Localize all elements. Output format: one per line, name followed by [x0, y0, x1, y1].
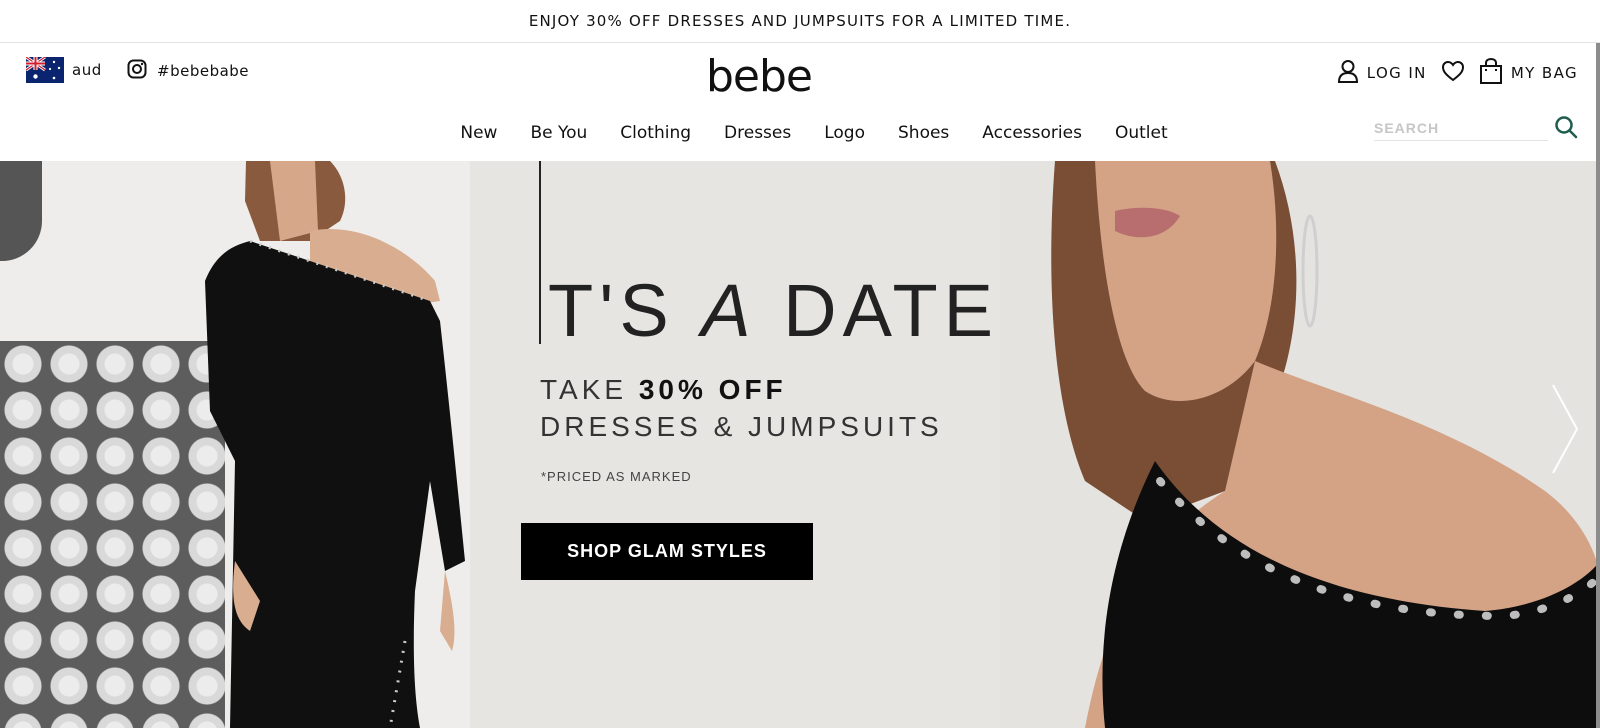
nav-item-shoes[interactable]: Shoes — [898, 123, 949, 143]
chevron-right-icon[interactable] — [1550, 383, 1580, 479]
hero-carousel[interactable]: T'S A DATE TAKE 30% OFF DRESSES & JUMPSU… — [0, 161, 1600, 728]
instagram-link[interactable]: #bebebabe — [127, 59, 249, 83]
shop-glam-styles-button[interactable]: SHOP GLAM STYLES — [521, 523, 813, 580]
offer-discount: 30% OFF — [638, 374, 787, 405]
model-right-image — [1051, 161, 1600, 728]
wishlist-button[interactable] — [1441, 60, 1465, 86]
nav-item-dresses[interactable]: Dresses — [724, 123, 791, 143]
brand-logo[interactable]: bebe — [706, 55, 813, 99]
offer-line-2: DRESSES & JUMPSUITS — [540, 411, 943, 442]
hashtag-label[interactable]: #bebebabe — [157, 62, 249, 80]
bag-button[interactable]: MY BAG — [1479, 57, 1578, 89]
fine-print: *PRICED AS MARKED — [541, 469, 692, 484]
search-input[interactable] — [1374, 115, 1548, 141]
nav-list: New Be You Clothing Dresses Logo Shoes A… — [460, 123, 1167, 143]
user-icon — [1337, 59, 1359, 87]
nav-item-new[interactable]: New — [460, 123, 497, 143]
shopping-bag-icon — [1479, 57, 1503, 89]
currency-label[interactable]: aud — [72, 61, 102, 79]
hero-offer: TAKE 30% OFF DRESSES & JUMPSUITS — [540, 371, 943, 445]
headline-text-2: DATE — [756, 269, 1000, 352]
account-actions: LOG IN MY BAG — [1337, 57, 1578, 89]
headline-text-1: T'S — [548, 269, 702, 352]
bag-label[interactable]: MY BAG — [1511, 64, 1578, 82]
search-icon[interactable] — [1554, 115, 1578, 143]
nav-item-be-you[interactable]: Be You — [530, 123, 587, 143]
hero-headline: T'S A DATE — [548, 268, 999, 353]
main-nav: New Be You Clothing Dresses Logo Shoes A… — [0, 123, 1600, 143]
region-selector[interactable]: aud — [26, 57, 102, 83]
offer-line-1: TAKE 30% OFF — [540, 371, 943, 408]
headline-text-em: A — [701, 269, 757, 352]
nav-item-logo[interactable]: Logo — [824, 123, 865, 143]
australia-flag-icon — [26, 57, 64, 83]
nav-item-accessories[interactable]: Accessories — [982, 123, 1082, 143]
nav-item-outlet[interactable]: Outlet — [1115, 123, 1168, 143]
heart-icon — [1441, 60, 1465, 86]
site-header: aud #bebebabe bebe LOG IN MY BAG New Be … — [0, 43, 1600, 161]
promo-text[interactable]: ENJOY 30% OFF DRESSES AND JUMPSUITS FOR … — [529, 12, 1071, 30]
search-box — [1374, 113, 1578, 143]
instagram-icon — [127, 59, 147, 83]
model-left-image — [205, 161, 465, 728]
promo-banner[interactable]: ENJOY 30% OFF DRESSES AND JUMPSUITS FOR … — [0, 0, 1600, 43]
offer-prefix: TAKE — [540, 374, 639, 405]
page-scrollbar[interactable] — [1596, 43, 1600, 728]
nav-item-clothing[interactable]: Clothing — [620, 123, 691, 143]
login-button[interactable]: LOG IN — [1337, 59, 1427, 87]
headline-rule — [539, 161, 541, 344]
login-label[interactable]: LOG IN — [1367, 64, 1427, 82]
